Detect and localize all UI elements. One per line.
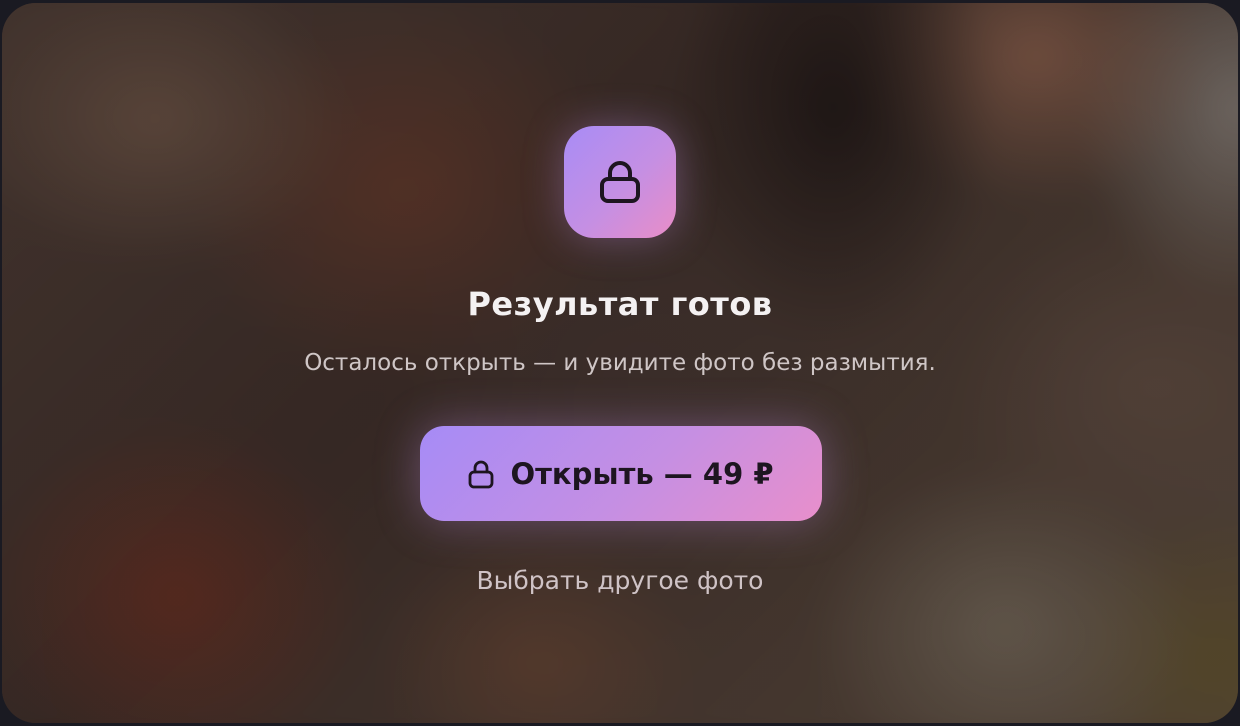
lock-icon	[600, 161, 640, 203]
paywall-card: Результат готов Осталось открыть — и уви…	[2, 3, 1238, 723]
unlock-button-label: Открыть — 49 ₽	[510, 456, 774, 491]
subtitle-text: Осталось открыть — и увидите фото без ра…	[304, 350, 936, 376]
choose-another-photo-link-row: Выбрать другое фото	[2, 566, 1238, 595]
unlock-button[interactable]: Открыть — 49 ₽	[420, 426, 822, 521]
page-title: Результат готов	[467, 285, 773, 323]
choose-another-photo-link[interactable]: Выбрать другое фото	[477, 566, 764, 595]
lock-icon	[469, 460, 494, 488]
paywall-content: Результат готов Осталось открыть — и уви…	[2, 3, 1238, 723]
lock-tile	[564, 126, 676, 238]
